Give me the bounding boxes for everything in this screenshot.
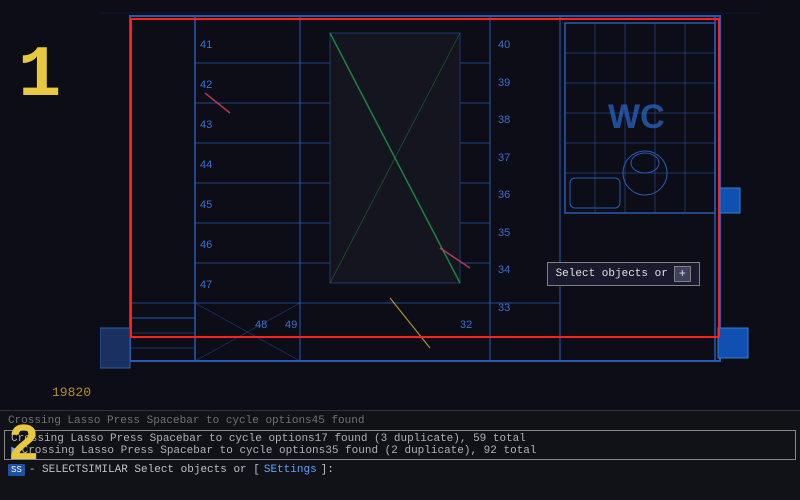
svg-text:44: 44 <box>200 159 212 171</box>
floor-plan-svg: WC 41 42 43 44 45 46 47 40 39 38 37 36 3… <box>100 8 760 378</box>
svg-text:WC: WC <box>608 98 665 136</box>
tooltip-popup: Select objects or + <box>547 262 700 286</box>
status-line-1: Crossing Lasso Press Spacebar to cycle o… <box>11 433 789 445</box>
svg-text:47: 47 <box>200 279 212 291</box>
svg-text:39: 39 <box>498 77 510 89</box>
label-number-2: 2 <box>8 420 39 472</box>
command-line: SS - SELECTSIMILAR Select objects or [SE… <box>0 461 800 479</box>
svg-text:42: 42 <box>200 79 212 91</box>
status-line-gray: Crossing Lasso Press Spacebar to cycle o… <box>0 411 800 429</box>
svg-text:35: 35 <box>498 227 510 239</box>
cmd-text-prefix: - SELECTSIMILAR Select objects or [ <box>29 464 260 476</box>
svg-text:49: 49 <box>285 319 297 331</box>
svg-text:45: 45 <box>200 199 212 211</box>
cad-canvas: WC 41 42 43 44 45 46 47 40 39 38 37 36 3… <box>0 0 800 410</box>
svg-text:43: 43 <box>200 119 212 131</box>
label-number-1: 1 <box>18 40 61 112</box>
status-line-2: Crossing Lasso Press Spacebar to cycle o… <box>22 445 537 457</box>
svg-text:32: 32 <box>460 319 472 331</box>
status-bar: 19820 2 Crossing Lasso Press Spacebar to… <box>0 410 800 500</box>
cmd-option[interactable]: SEttings <box>264 464 317 476</box>
svg-text:40: 40 <box>498 39 510 51</box>
tooltip-button[interactable]: + <box>674 266 691 282</box>
tooltip-text: Select objects or <box>556 268 668 280</box>
svg-text:34: 34 <box>498 264 510 276</box>
cmd-text-suffix: ]: <box>321 464 334 476</box>
svg-text:37: 37 <box>498 152 510 164</box>
svg-text:48: 48 <box>255 319 267 331</box>
svg-text:33: 33 <box>498 302 510 314</box>
svg-text:46: 46 <box>200 239 212 251</box>
svg-text:36: 36 <box>498 189 510 201</box>
status-highlighted-box: Crossing Lasso Press Spacebar to cycle o… <box>4 430 796 460</box>
svg-text:41: 41 <box>200 39 212 51</box>
svg-text:38: 38 <box>498 114 510 126</box>
coordinate-display: 19820 <box>52 385 91 400</box>
